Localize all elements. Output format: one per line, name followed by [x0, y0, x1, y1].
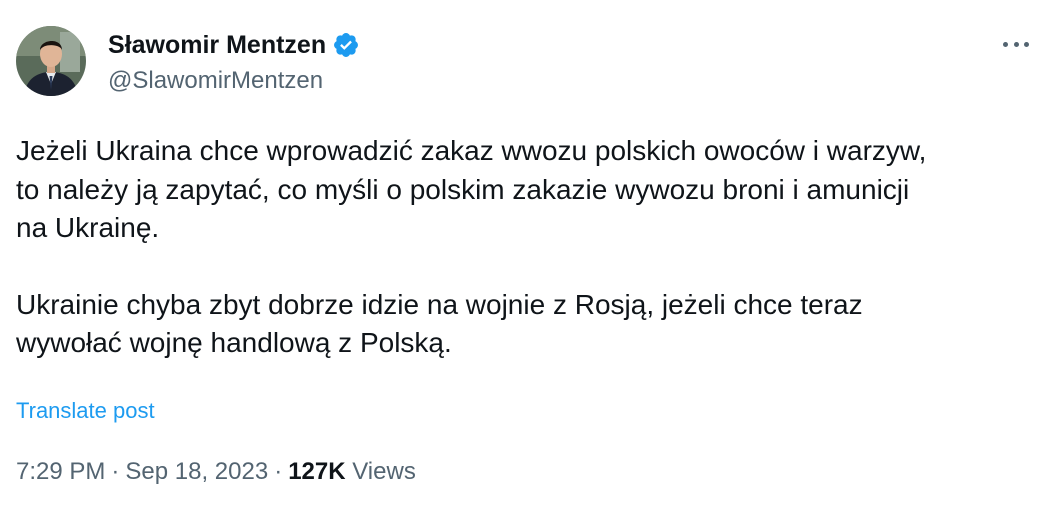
meta-separator: ·: [274, 458, 283, 485]
views-label-text: Views: [352, 458, 416, 485]
avatar[interactable]: [16, 26, 86, 96]
author-display-name[interactable]: Sławomir Mentzen: [108, 31, 326, 60]
post-text: Jeżeli Ukraina chce wprowadzić zakaz wwo…: [16, 132, 1036, 363]
post-line: na Ukrainę.: [16, 212, 160, 243]
author-block: Sławomir Mentzen @SlawomirMentzen: [108, 28, 360, 95]
views-count: 127K: [288, 458, 346, 485]
name-row: Sławomir Mentzen: [108, 28, 360, 62]
author-handle[interactable]: @SlawomirMentzen: [108, 67, 360, 95]
meta-separator: ·: [111, 458, 120, 485]
tweet-card: Sławomir Mentzen @SlawomirMentzen Jeżeli…: [0, 0, 1049, 511]
more-options-button[interactable]: [1003, 30, 1029, 58]
more-horizontal-icon-dot: [1013, 41, 1019, 47]
post-line: wywołać wojnę handlową z Polską.: [16, 327, 452, 358]
post-meta: 7:29 PM · Sep 18, 2023 · 127K Views: [16, 458, 416, 486]
avatar-image: [16, 26, 86, 96]
verified-badge-icon: [332, 31, 360, 59]
post-line: to należy ją zapytać, co myśli o polskim…: [16, 173, 910, 205]
views-label: Views: [346, 458, 416, 485]
translate-post-link[interactable]: Translate post: [16, 398, 155, 424]
post-time[interactable]: 7:29 PM: [16, 458, 105, 485]
more-horizontal-icon-dot: [1024, 41, 1029, 47]
post-line: Jeżeli Ukraina chce wprowadzić zakaz wwo…: [16, 135, 927, 166]
more-horizontal-icon-dot: [1003, 41, 1008, 47]
post-date[interactable]: Sep 18, 2023: [125, 458, 268, 485]
post-line: Ukrainie chyba zbyt dobrze idzie na wojn…: [16, 288, 863, 320]
